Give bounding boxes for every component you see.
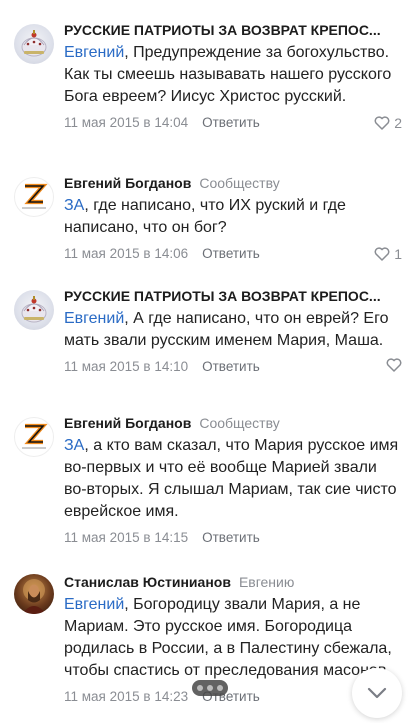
heart-icon xyxy=(374,247,390,261)
like-button[interactable]: 2 xyxy=(374,114,402,132)
heart-icon xyxy=(386,358,402,372)
reply-button[interactable]: Ответить xyxy=(202,358,260,376)
z-ribbon-icon xyxy=(22,183,48,209)
like-button[interactable] xyxy=(386,358,402,372)
user-avatar[interactable] xyxy=(14,177,54,217)
comment-date: 11 мая 2015 в 14:10 xyxy=(64,359,189,374)
comment-text: ЗА, а кто вам сказал, что Мария русское … xyxy=(64,437,399,520)
comment-date: 11 мая 2015 в 14:04 xyxy=(64,115,189,130)
crown-icon xyxy=(21,296,47,323)
media-indicator xyxy=(192,680,228,696)
user-avatar[interactable] xyxy=(14,574,54,614)
chevron-down-icon xyxy=(367,687,387,699)
crown-icon xyxy=(21,30,47,57)
comment-author[interactable]: РУССКИЕ ПАТРИОТЫ ЗА ВОЗВРАТ КРЕПОС... xyxy=(64,20,381,40)
comment-date: 11 мая 2015 в 14:06 xyxy=(64,246,189,261)
comment-author[interactable]: Евгений Богданов xyxy=(64,415,191,431)
reply-target[interactable]: Евгению xyxy=(239,574,294,590)
comment-text: Евгений, А где написано, что он еврей? Е… xyxy=(64,310,389,349)
like-button[interactable]: 1 xyxy=(374,245,402,263)
comment-date: 11 мая 2015 в 14:15 xyxy=(64,530,189,545)
scroll-down-button[interactable] xyxy=(352,668,402,718)
comment-text: Евгений, Богородицу звали Мария, а не Ма… xyxy=(64,596,392,679)
heart-icon xyxy=(374,116,390,130)
reply-target[interactable]: Сообществу xyxy=(199,415,279,431)
mention-link[interactable]: Евгений xyxy=(64,310,124,327)
z-ribbon-icon xyxy=(22,423,48,449)
community-avatar[interactable] xyxy=(14,24,54,64)
reply-target[interactable]: Сообществу xyxy=(199,175,279,191)
like-count: 1 xyxy=(394,246,402,262)
comment-meta: 11 мая 2015 в 14:10 Ответить xyxy=(64,358,402,376)
mention-link[interactable]: ЗА xyxy=(64,197,84,214)
mention-link[interactable]: Евгений xyxy=(64,44,124,61)
comment-meta: 11 мая 2015 в 14:15 Ответить xyxy=(64,529,402,547)
comment-author[interactable]: Станислав Юстинианов xyxy=(64,574,231,590)
comment-author[interactable]: РУССКИЕ ПАТРИОТЫ ЗА ВОЗВРАТ КРЕПОС... xyxy=(64,286,381,306)
like-count: 2 xyxy=(394,115,402,131)
comment-author[interactable]: Евгений Богданов xyxy=(64,175,191,191)
comment-meta: 11 мая 2015 в 14:06 Ответить 1 xyxy=(64,245,402,263)
reply-button[interactable]: Ответить xyxy=(202,529,260,547)
mention-link[interactable]: ЗА xyxy=(64,437,84,454)
community-avatar[interactable] xyxy=(14,290,54,330)
comment-meta: 11 мая 2015 в 14:04 Ответить 2 xyxy=(64,114,402,132)
comment-date: 11 мая 2015 в 14:23 xyxy=(64,689,189,704)
reply-button[interactable]: Ответить xyxy=(202,245,260,263)
reply-button[interactable]: Ответить xyxy=(202,114,260,132)
icon-portrait-icon xyxy=(22,579,46,614)
comment-text: ЗА, где написано, что ИХ руский и где на… xyxy=(64,197,346,236)
mention-link[interactable]: Евгений xyxy=(64,596,124,613)
comment-text: Евгений, Предупреждение за богохульство.… xyxy=(64,44,392,105)
user-avatar[interactable] xyxy=(14,417,54,457)
